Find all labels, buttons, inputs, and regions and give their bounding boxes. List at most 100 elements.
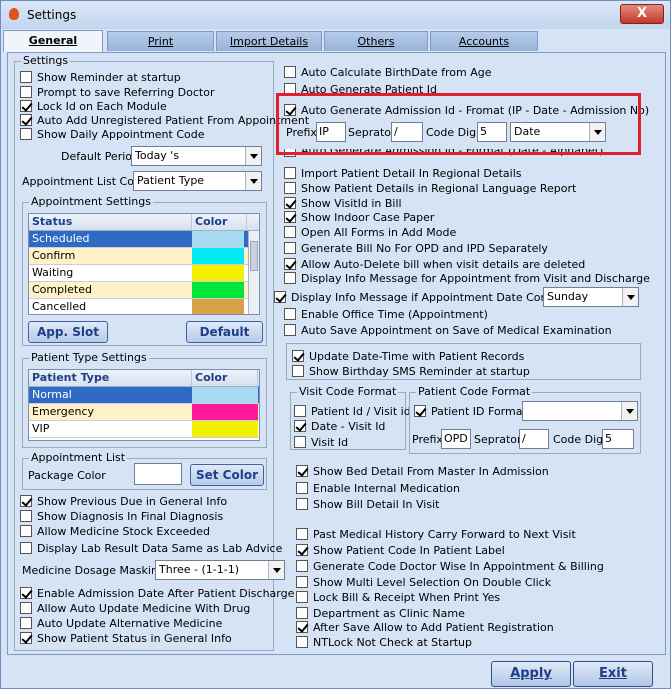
checkbox[interactable] <box>296 482 308 494</box>
check-bill-detail-visit[interactable]: Show Bill Detail In Visit <box>296 497 439 511</box>
checkbox[interactable] <box>20 114 32 126</box>
check-ntlock[interactable]: NTLock Not Check at Startup <box>296 635 472 649</box>
check-code-doctor-wise[interactable]: Generate Code Doctor Wise In Appointment… <box>296 559 604 573</box>
checkbox[interactable] <box>296 528 308 540</box>
default-period-combo[interactable]: Today 's <box>131 146 262 166</box>
check-auto-save-appointment[interactable]: Auto Save Appointment on Save of Medical… <box>284 323 612 337</box>
check-auto-birthdate[interactable]: Auto Calculate BirthDate from Age <box>284 65 491 79</box>
checkbox[interactable] <box>20 510 32 522</box>
checkbox[interactable] <box>284 258 296 270</box>
check-patient-status[interactable]: Show Patient Status in General Info <box>20 631 232 645</box>
check-diagnosis-final[interactable]: Show Diagnosis In Final Diagnosis <box>20 509 223 523</box>
checkbox[interactable] <box>20 587 32 599</box>
checkbox[interactable] <box>284 242 296 254</box>
check-regional-report[interactable]: Show Patient Details in Regional Languag… <box>284 181 576 195</box>
check-auto-update-medicine[interactable]: Allow Auto Update Medicine With Drug <box>20 601 250 615</box>
package-color-swatch[interactable] <box>134 463 182 485</box>
chevron-down-icon[interactable] <box>621 402 637 420</box>
table-row[interactable]: Completed <box>29 282 259 299</box>
checkbox[interactable] <box>284 226 296 238</box>
check-patient-code-label[interactable]: Show Patient Code In Patient Label <box>296 543 505 557</box>
check-department-clinic[interactable]: Department as Clinic Name <box>296 606 465 620</box>
check-admission-date[interactable]: Enable Admission Date After Patient Disc… <box>20 586 294 600</box>
table-row[interactable]: Waiting <box>29 265 259 282</box>
check-visit-id[interactable]: Visit Id <box>294 435 348 449</box>
dosage-masking-combo[interactable]: Three - (1-1-1) <box>155 560 285 580</box>
checkbox[interactable] <box>284 324 296 336</box>
check-lock-id[interactable]: Lock Id on Each Module <box>20 99 167 113</box>
check-daily-appointment-code[interactable]: Show Daily Appointment Code <box>20 127 205 141</box>
tab-general[interactable]: General <box>3 30 103 52</box>
checkbox[interactable] <box>296 576 308 588</box>
check-date-visit-id[interactable]: Date - Visit Id <box>294 419 385 433</box>
set-color-button[interactable]: Set Color <box>190 464 264 486</box>
table-row[interactable]: Emergency <box>29 404 259 421</box>
color-swatch[interactable] <box>192 231 244 247</box>
tab-others[interactable]: Others <box>324 31 428 51</box>
checkbox[interactable] <box>296 591 308 603</box>
checkbox[interactable] <box>20 632 32 644</box>
checkbox[interactable] <box>20 86 32 98</box>
check-info-message-visit[interactable]: Display Info Message for Appointment fro… <box>284 271 650 285</box>
checkbox[interactable] <box>20 495 32 507</box>
checkbox[interactable] <box>20 100 32 112</box>
exit-button[interactable]: Exit <box>573 661 653 687</box>
check-medicine-stock[interactable]: Allow Medicine Stock Exceeded <box>20 524 210 538</box>
chevron-down-icon[interactable] <box>245 147 261 165</box>
close-button[interactable]: X <box>620 4 664 24</box>
check-import-regional[interactable]: Import Patient Detail In Regional Detail… <box>284 166 522 180</box>
grid-scrollbar[interactable] <box>248 231 259 314</box>
table-row[interactable]: Confirm <box>29 248 259 265</box>
info-day-combo[interactable]: Sunday <box>543 287 639 307</box>
check-office-time[interactable]: Enable Office Time (Appointment) <box>284 307 488 321</box>
check-lock-bill-receipt[interactable]: Lock Bill & Receipt When Print Yes <box>296 590 500 604</box>
tab-print[interactable]: Print <box>107 31 214 51</box>
checkbox[interactable] <box>296 498 308 510</box>
check-auto-delete-bill[interactable]: Allow Auto-Delete bill when visit detail… <box>284 257 585 271</box>
checkbox[interactable] <box>20 542 32 554</box>
check-previous-due[interactable]: Show Previous Due in General Info <box>20 494 227 508</box>
check-patient-visit-id[interactable]: Patient Id / Visit id <box>294 404 411 418</box>
appt-color-combo[interactable]: Patient Type <box>133 171 262 191</box>
patient-code-digit-input[interactable]: 5 <box>602 429 634 449</box>
checkbox[interactable] <box>294 405 306 417</box>
table-row[interactable]: Cancelled <box>29 299 259 314</box>
table-row[interactable]: Normal <box>29 387 259 404</box>
check-visitid-bill[interactable]: Show VisitId in Bill <box>284 196 402 210</box>
checkbox[interactable] <box>292 350 304 362</box>
color-swatch[interactable] <box>192 299 244 314</box>
checkbox[interactable] <box>296 560 308 572</box>
color-swatch[interactable] <box>192 404 258 420</box>
check-patient-id-format[interactable]: Patient ID Format <box>414 404 527 418</box>
checkbox[interactable] <box>20 602 32 614</box>
check-update-date-time[interactable]: Update Date-Time with Patient Records <box>292 349 524 363</box>
checkbox[interactable] <box>296 544 308 556</box>
check-lab-result[interactable]: Display Lab Result Data Same as Lab Advi… <box>20 541 282 555</box>
check-auto-add-unregistered[interactable]: Auto Add Unregistered Patient From Appoi… <box>20 113 309 127</box>
checkbox[interactable] <box>20 128 32 140</box>
color-swatch[interactable] <box>192 282 244 298</box>
checkbox[interactable] <box>274 291 286 303</box>
chevron-down-icon[interactable] <box>622 288 638 306</box>
checkbox[interactable] <box>20 71 32 83</box>
checkbox[interactable] <box>296 465 308 477</box>
checkbox[interactable] <box>414 405 426 417</box>
checkbox[interactable] <box>284 66 296 78</box>
checkbox[interactable] <box>284 167 296 179</box>
patient-prefix-input[interactable]: OPD <box>441 429 471 449</box>
checkbox[interactable] <box>292 365 304 377</box>
checkbox[interactable] <box>294 436 306 448</box>
patient-id-format-combo[interactable] <box>522 401 638 421</box>
color-swatch[interactable] <box>192 421 258 437</box>
scroll-thumb[interactable] <box>250 241 258 271</box>
table-row[interactable]: Scheduled <box>29 231 259 248</box>
check-after-save-registration[interactable]: After Save Allow to Add Patient Registra… <box>296 620 554 634</box>
check-prompt-referring[interactable]: Prompt to save Referring Doctor <box>20 85 214 99</box>
check-birthday-sms[interactable]: Show Birthday SMS Reminder at startup <box>292 364 530 378</box>
check-bill-no-separately[interactable]: Generate Bill No For OPD and IPD Separat… <box>284 241 548 255</box>
app-slot-button[interactable]: App. Slot <box>28 321 108 343</box>
check-info-message-date[interactable]: Display Info Message if Appointment Date… <box>274 290 581 304</box>
checkbox[interactable] <box>284 182 296 194</box>
checkbox[interactable] <box>20 525 32 537</box>
color-swatch[interactable] <box>192 248 244 264</box>
